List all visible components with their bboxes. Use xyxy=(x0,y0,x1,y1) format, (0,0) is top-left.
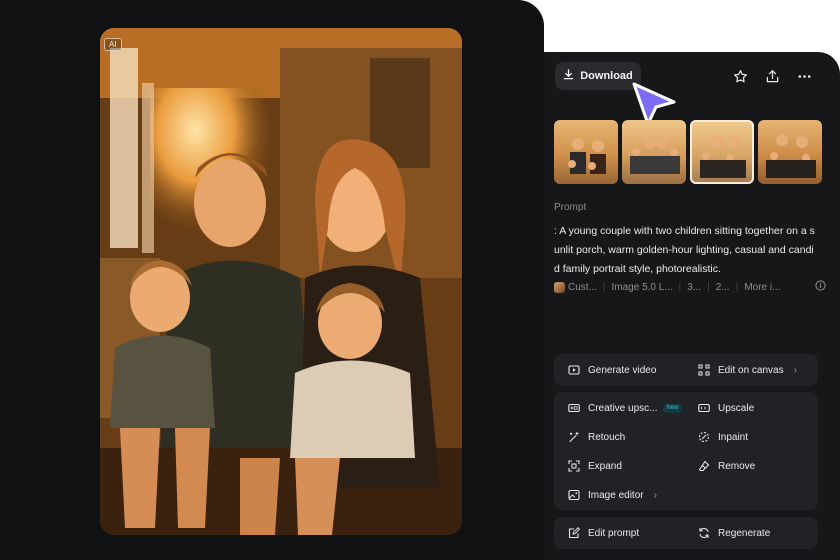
eraser-icon xyxy=(698,460,710,472)
family-portrait-illustration xyxy=(100,28,462,535)
meta-separator: | xyxy=(678,281,682,293)
thumbnail-2[interactable] xyxy=(622,120,686,184)
generated-image[interactable]: AI xyxy=(100,28,462,535)
download-icon xyxy=(563,69,574,83)
upscale-icon xyxy=(698,402,710,414)
creative-upscale-label: Creative upsc... xyxy=(588,402,658,414)
new-badge: New xyxy=(663,403,682,413)
meta-resolution: 2... xyxy=(715,281,730,293)
edit-on-canvas-label: Edit on canvas xyxy=(718,364,784,376)
edit-prompt-button[interactable]: Edit prompt xyxy=(568,527,639,539)
inpaint-button[interactable]: Inpaint xyxy=(698,431,748,443)
hd-icon xyxy=(568,402,580,414)
download-label: Download xyxy=(580,70,633,82)
chevron-right-icon: › xyxy=(793,364,797,376)
video-icon xyxy=(568,364,580,376)
chevron-right-icon: › xyxy=(653,489,657,501)
retouch-button[interactable]: Retouch xyxy=(568,431,625,443)
action-group-edit: Creative upsc... New Upscale Retouch Inp… xyxy=(554,392,818,510)
image-editor-icon xyxy=(568,489,580,501)
regenerate-label: Regenerate xyxy=(718,527,771,539)
author-avatar xyxy=(554,281,565,293)
meta-more[interactable]: More i... xyxy=(744,282,780,293)
inpaint-label: Inpaint xyxy=(718,431,749,443)
meta-model: Image 5.0 L... xyxy=(611,281,673,293)
upscale-button[interactable]: Upscale xyxy=(698,402,754,414)
meta-ratio: 3... xyxy=(687,281,702,293)
prompt-text: : A young couple with two children sitti… xyxy=(554,225,815,275)
action-group-video: Generate video Edit on canvas › xyxy=(554,354,818,386)
preview-panel: AI xyxy=(0,0,544,560)
canvas-icon xyxy=(698,364,710,376)
generate-video-button[interactable]: Generate video xyxy=(568,364,656,376)
remove-label: Remove xyxy=(718,460,756,472)
share-icon[interactable] xyxy=(763,67,781,85)
upscale-label: Upscale xyxy=(718,402,755,414)
generate-video-label: Generate video xyxy=(588,364,657,376)
thumbnail-strip xyxy=(554,120,822,184)
remove-button[interactable]: Remove xyxy=(698,460,755,472)
edit-icon xyxy=(568,527,580,539)
thumbnail-4[interactable] xyxy=(758,120,822,184)
generation-meta: Cust... | Image 5.0 L... | 3... | 2... |… xyxy=(554,280,826,294)
ai-badge: AI xyxy=(104,38,122,51)
star-icon[interactable] xyxy=(731,67,749,85)
meta-separator: | xyxy=(602,281,606,293)
meta-separator: | xyxy=(707,281,710,293)
image-editor-button[interactable]: Image editor › xyxy=(568,489,657,501)
refresh-icon xyxy=(698,527,710,539)
retouch-label: Retouch xyxy=(588,431,626,443)
info-icon[interactable] xyxy=(815,280,826,294)
thumbnail-1[interactable] xyxy=(554,120,618,184)
action-group-prompt: Edit prompt Regenerate xyxy=(554,517,818,549)
inpaint-icon xyxy=(698,431,710,443)
meta-author[interactable]: Cust... xyxy=(568,282,597,293)
edit-on-canvas-button[interactable]: Edit on canvas › xyxy=(698,364,797,376)
details-panel: Download Prompt : A young couple with tw… xyxy=(544,52,840,560)
regenerate-button[interactable]: Regenerate xyxy=(698,527,770,539)
expand-label: Expand xyxy=(588,460,622,472)
meta-separator: | xyxy=(735,281,739,293)
image-editor-label: Image editor xyxy=(588,489,644,501)
expand-button[interactable]: Expand xyxy=(568,460,622,472)
edit-prompt-label: Edit prompt xyxy=(588,527,640,539)
magic-wand-icon xyxy=(568,431,580,443)
thumbnail-3-selected[interactable] xyxy=(690,120,754,184)
creative-upscale-button[interactable]: Creative upsc... New xyxy=(568,402,682,414)
more-icon[interactable] xyxy=(795,67,813,85)
expand-icon xyxy=(568,460,580,472)
prompt-label: Prompt xyxy=(554,202,587,213)
